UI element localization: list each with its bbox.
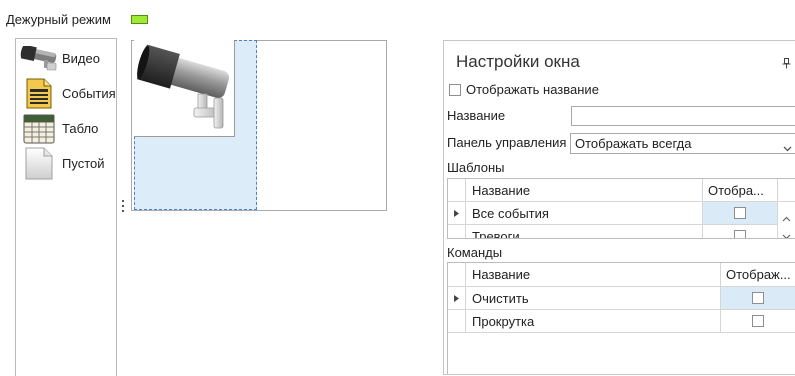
splitter-handle[interactable] — [120, 198, 126, 216]
templates-header-name[interactable]: Название — [466, 179, 703, 201]
name-input[interactable] — [571, 106, 795, 126]
control-panel-label: Панель управления — [447, 135, 567, 150]
templates-grid: Название Отобра... Все события Тревоги — [447, 178, 795, 239]
palette-item-label: Видео — [62, 51, 100, 66]
chevron-up-icon[interactable] — [782, 210, 791, 222]
templates-header-scroll — [778, 179, 795, 201]
template-name-cell[interactable]: Тревоги — [466, 225, 703, 238]
table-row[interactable]: Прокрутка — [448, 310, 795, 333]
palette-item-events[interactable]: События — [16, 76, 116, 111]
table-row[interactable]: Тревоги — [448, 225, 795, 238]
command-display-cell[interactable] — [721, 287, 795, 309]
palette-item-board[interactable]: Табло — [16, 111, 116, 146]
commands-header-row: Название Отображ... — [448, 263, 795, 287]
template-display-cell[interactable] — [703, 225, 778, 238]
duty-mode-label: Дежурный режим — [6, 12, 111, 27]
show-name-label[interactable]: Отображать название — [466, 82, 599, 98]
palette-item-label: Пустой — [62, 156, 105, 171]
board-table-icon — [18, 112, 60, 145]
name-label: Название — [447, 108, 506, 123]
row-pointer-icon — [454, 294, 459, 302]
cctv-camera-icon — [137, 44, 230, 129]
commands-header-display[interactable]: Отображ... — [721, 263, 795, 286]
palette-item-label: Табло — [62, 121, 99, 136]
commands-section-label: Команды — [447, 245, 503, 260]
cctv-camera-icon — [18, 42, 60, 75]
templates-header-display[interactable]: Отобра... — [703, 179, 778, 201]
row-pointer-icon — [454, 209, 459, 217]
row-indicator — [448, 202, 466, 224]
command-name-cell[interactable]: Очистить — [466, 287, 721, 309]
templates-section-label: Шаблоны — [447, 160, 505, 175]
window-type-palette: Видео События Табло Пустой — [15, 38, 117, 376]
palette-item-video[interactable]: Видео — [16, 41, 116, 76]
templates-scrollbar[interactable] — [778, 202, 795, 238]
commands-grid: Название Отображ... Очистить Прокрутка — [447, 262, 795, 374]
palette-item-empty[interactable]: Пустой — [16, 146, 116, 181]
panel-title: Настройки окна — [456, 52, 580, 71]
row-indicator — [448, 225, 466, 238]
pin-icon[interactable] — [782, 57, 791, 69]
row-indicator — [448, 310, 466, 332]
template-display-checkbox[interactable] — [734, 230, 746, 238]
duty-mode-indicator — [131, 15, 148, 24]
template-display-cell[interactable] — [703, 202, 778, 224]
control-panel-select-value: Отображать всегда — [575, 136, 692, 151]
chevron-down-icon[interactable] — [783, 140, 792, 152]
video-tile[interactable] — [134, 40, 235, 137]
commands-header-indicator — [448, 263, 466, 286]
palette-item-label: События — [62, 86, 116, 101]
window-settings-panel: Настройки окна Отображать название Назва… — [443, 40, 795, 375]
control-panel-select[interactable]: Отображать всегда — [570, 133, 795, 154]
events-list-icon — [18, 77, 60, 110]
templates-header-indicator — [448, 179, 466, 201]
command-display-cell[interactable] — [721, 310, 795, 332]
commands-header-name[interactable]: Название — [466, 263, 721, 286]
blank-page-icon — [18, 147, 60, 180]
command-display-checkbox[interactable] — [752, 315, 764, 327]
table-row[interactable]: Очистить — [448, 287, 795, 310]
templates-header-row: Название Отобра... — [448, 179, 795, 202]
chevron-down-icon[interactable] — [782, 228, 791, 238]
command-display-checkbox[interactable] — [752, 292, 764, 304]
template-name-cell[interactable]: Все события — [466, 202, 703, 224]
table-row[interactable]: Все события — [448, 202, 795, 225]
template-display-checkbox[interactable] — [734, 207, 746, 219]
row-indicator — [448, 287, 466, 309]
show-name-checkbox[interactable] — [449, 84, 461, 96]
command-name-cell[interactable]: Прокрутка — [466, 310, 721, 332]
